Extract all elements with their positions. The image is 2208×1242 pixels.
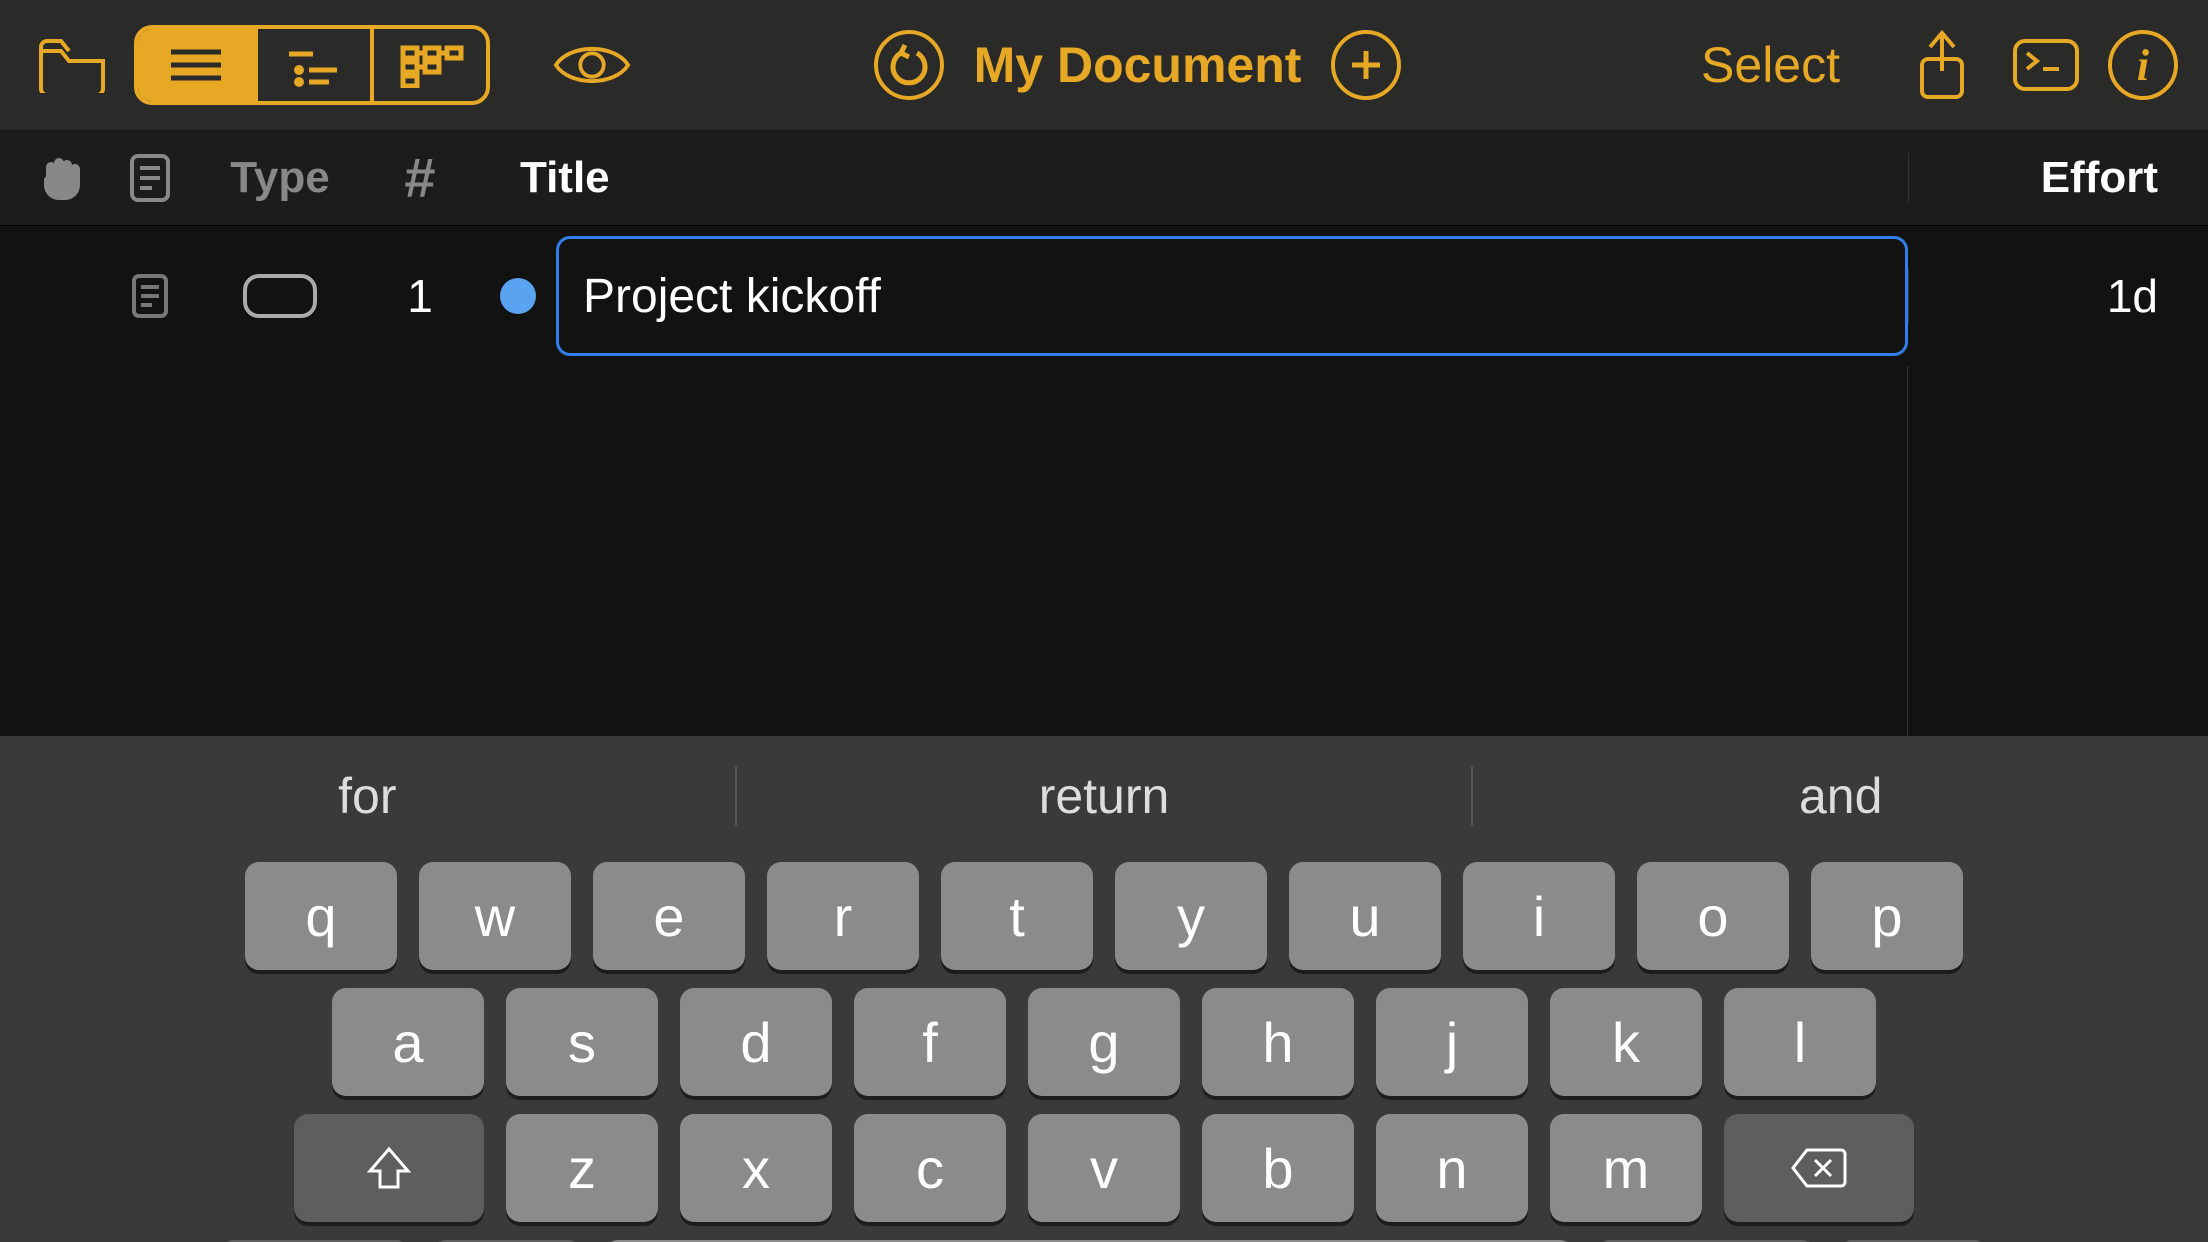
view-mode-segmented <box>134 25 490 105</box>
console-icon[interactable] <box>2004 23 2088 107</box>
undo-button[interactable] <box>874 30 944 100</box>
key-shift[interactable] <box>294 1114 484 1222</box>
key-i[interactable]: i <box>1463 862 1615 970</box>
key-s[interactable]: s <box>506 988 658 1096</box>
key-t[interactable]: t <box>941 862 1093 970</box>
view-mode-board[interactable] <box>370 29 486 101</box>
key-y[interactable]: y <box>1115 862 1267 970</box>
key-g[interactable]: g <box>1028 988 1180 1096</box>
key-a[interactable]: a <box>332 988 484 1096</box>
key-backspace[interactable] <box>1724 1114 1914 1222</box>
key-h[interactable]: h <box>1202 988 1354 1096</box>
view-mode-list[interactable] <box>138 29 254 101</box>
key-u[interactable]: u <box>1289 862 1441 970</box>
suggestion-3[interactable]: and <box>1473 767 2208 825</box>
key-r[interactable]: r <box>767 862 919 970</box>
info-button[interactable]: i <box>2108 30 2178 100</box>
key-n[interactable]: n <box>1376 1114 1528 1222</box>
key-l[interactable]: l <box>1724 988 1876 1096</box>
keyboard-row-3: z x c v b n m <box>0 1114 2208 1222</box>
key-d[interactable]: d <box>680 988 832 1096</box>
effort-column-header[interactable]: Effort <box>1908 153 2168 203</box>
grab-column-icon[interactable] <box>20 153 100 203</box>
keyboard-row-2: a s d f g h j k l <box>0 988 2208 1096</box>
share-icon[interactable] <box>1900 23 1984 107</box>
key-x[interactable]: x <box>680 1114 832 1222</box>
key-j[interactable]: j <box>1376 988 1528 1096</box>
key-f[interactable]: f <box>854 988 1006 1096</box>
key-p[interactable]: p <box>1811 862 1963 970</box>
key-q[interactable]: q <box>245 862 397 970</box>
key-b[interactable]: b <box>1202 1114 1354 1222</box>
table-row: 1 1d <box>0 226 2208 366</box>
column-header-row: Type # Title Effort <box>0 130 2208 226</box>
suggestion-2[interactable]: return <box>737 767 1472 825</box>
suggestion-1[interactable]: for <box>0 767 735 825</box>
documents-folder-icon[interactable] <box>30 23 114 107</box>
row-index: 1 <box>360 269 480 323</box>
add-button[interactable] <box>1331 30 1401 100</box>
row-type-pill[interactable] <box>200 274 360 318</box>
status-dot-icon[interactable] <box>500 278 536 314</box>
key-o[interactable]: o <box>1637 862 1789 970</box>
key-v[interactable]: v <box>1028 1114 1180 1222</box>
keyboard-row-1: q w e r t y u i o p <box>0 862 2208 970</box>
row-note-icon[interactable] <box>100 272 200 320</box>
key-e[interactable]: e <box>593 862 745 970</box>
toolbar: My Document Select i <box>0 0 2208 130</box>
title-column-header[interactable]: Title <box>480 153 1908 203</box>
key-k[interactable]: k <box>1550 988 1702 1096</box>
key-c[interactable]: c <box>854 1114 1006 1222</box>
row-title-input[interactable] <box>556 236 1908 356</box>
on-screen-keyboard: for return and q w e r t y u i o p a s d… <box>0 736 2208 1242</box>
empty-content-area[interactable] <box>0 366 2208 736</box>
key-w[interactable]: w <box>419 862 571 970</box>
document-title[interactable]: My Document <box>974 36 1302 94</box>
eye-view-icon[interactable] <box>550 23 634 107</box>
keyboard-suggestions: for return and <box>0 748 2208 844</box>
key-m[interactable]: m <box>1550 1114 1702 1222</box>
select-button[interactable]: Select <box>1701 36 1840 94</box>
type-column-header[interactable]: Type <box>200 153 360 203</box>
number-column-header[interactable]: # <box>360 145 480 210</box>
view-mode-outline[interactable] <box>254 29 370 101</box>
row-effort[interactable]: 1d <box>1908 269 2168 323</box>
key-z[interactable]: z <box>506 1114 658 1222</box>
note-column-icon[interactable] <box>100 152 200 204</box>
